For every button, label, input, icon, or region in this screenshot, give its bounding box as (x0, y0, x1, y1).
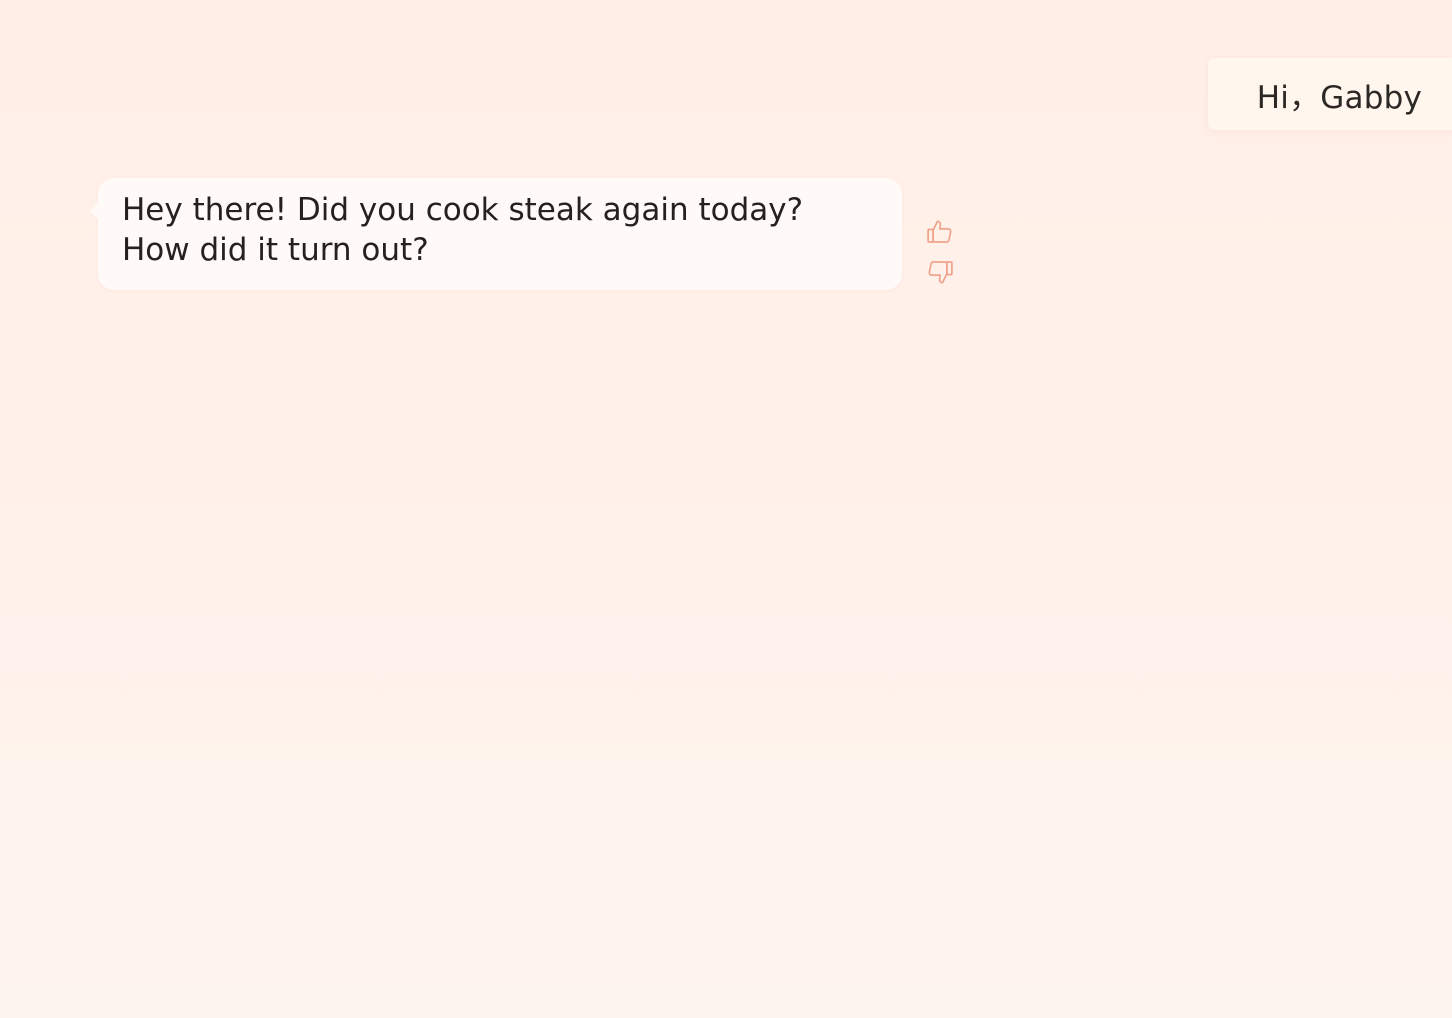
thumbs-down-icon (928, 261, 953, 284)
thumbs-down-button[interactable] (924, 256, 956, 288)
greeting-banner: Hi，Gabby (1208, 58, 1452, 130)
thumbs-up-button[interactable] (924, 216, 956, 248)
assistant-message-text: Hey there! Did you cook steak again toda… (122, 192, 804, 268)
assistant-message-bubble: Hey there! Did you cook steak again toda… (98, 178, 902, 290)
message-feedback (924, 216, 960, 288)
thumbs-up-icon (927, 220, 952, 243)
assistant-message-row: Hey there! Did you cook steak again toda… (98, 178, 968, 290)
greeting-text: Hi，Gabby (1256, 79, 1422, 116)
